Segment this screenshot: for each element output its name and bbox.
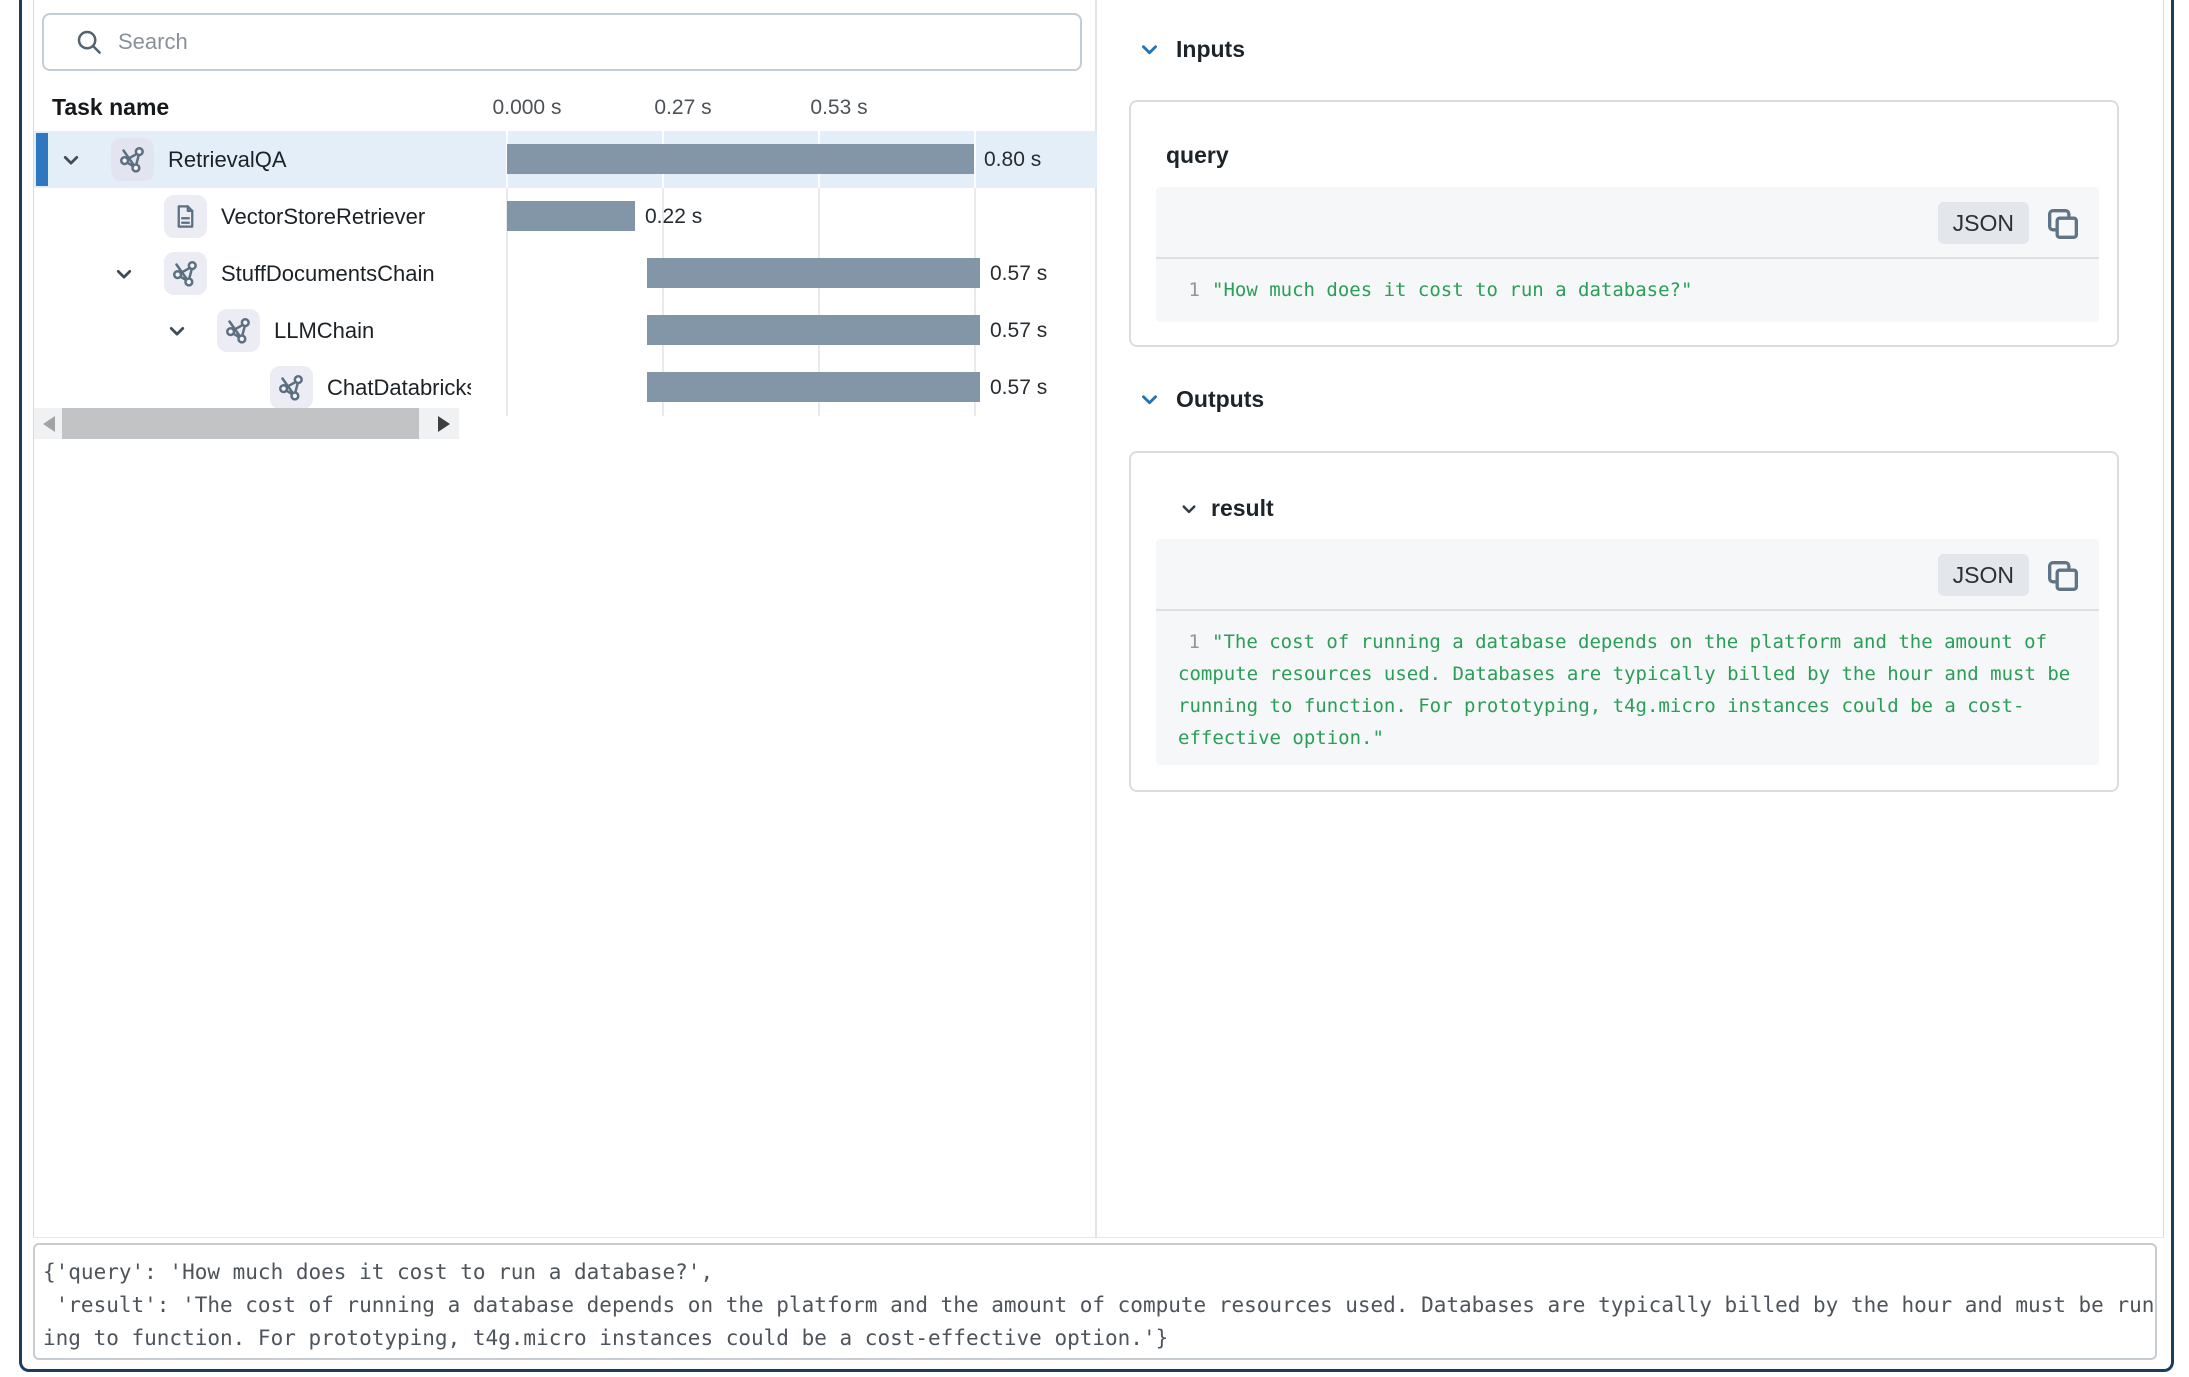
task-row-stuffdocumentschain[interactable]: StuffDocumentsChain 0.57 s: [34, 245, 1097, 302]
gantt-bar: [647, 258, 980, 288]
json-format-button[interactable]: JSON: [1938, 554, 2029, 596]
expand-chevron[interactable]: [111, 263, 164, 285]
query-code-block: JSON 1 "How much does it cost to run a da…: [1156, 187, 2099, 322]
document-icon: [164, 195, 207, 238]
task-rows: RetrievalQA 0.80 s VectorStoreRetriever …: [34, 131, 1097, 416]
raw-output-line: ing to function. For prototyping, t4g.mi…: [43, 1322, 2147, 1355]
expand-chevron[interactable]: [164, 320, 217, 342]
result-json-value: "The cost of running a database depends …: [1178, 631, 2070, 749]
duration-label: 0.57 s: [990, 359, 1047, 416]
chain-icon: [111, 138, 154, 181]
query-field-label: query: [1166, 142, 1229, 169]
raw-output-line: 'result': 'The cost of running a databas…: [43, 1289, 2147, 1322]
outputs-title: Outputs: [1176, 386, 1264, 413]
trace-viewer-panel: Task name 0.000 s 0.27 s 0.53 s: [33, 0, 2164, 1238]
task-row-vectorstoreretriever[interactable]: VectorStoreRetriever 0.22 s: [34, 188, 1097, 245]
duration-label: 0.80 s: [984, 131, 1041, 188]
copy-icon[interactable]: [2043, 556, 2083, 596]
task-tree-pane: Task name 0.000 s 0.27 s 0.53 s: [34, 0, 1097, 1237]
task-row-llmchain[interactable]: LLMChain 0.57 s: [34, 302, 1097, 359]
chain-icon: [217, 309, 260, 352]
gantt-bar: [647, 315, 980, 345]
duration-label: 0.57 s: [990, 302, 1047, 359]
scrollbar-thumb[interactable]: [62, 408, 419, 439]
gantt-bar: [507, 201, 635, 231]
raw-output-box: {'query': 'How much does it cost to run …: [33, 1243, 2157, 1360]
line-number: 1: [1178, 626, 1200, 658]
search-input[interactable]: [118, 29, 1018, 55]
expand-chevron[interactable]: [58, 149, 111, 171]
line-number: 1: [1178, 274, 1200, 306]
chain-icon: [270, 366, 313, 409]
chain-icon: [164, 252, 207, 295]
task-name: RetrievalQA: [168, 147, 287, 173]
task-name: StuffDocumentsChain: [221, 261, 435, 287]
duration-label: 0.57 s: [990, 245, 1047, 302]
result-code-block: JSON 1"The cost of running a database de…: [1156, 539, 2099, 765]
search-icon: [74, 27, 104, 57]
inputs-title: Inputs: [1176, 36, 1245, 63]
scroll-right-arrow-icon[interactable]: [438, 416, 450, 432]
task-name: LLMChain: [274, 318, 374, 344]
raw-output-line: {'query': 'How much does it cost to run …: [43, 1256, 2147, 1289]
inputs-section-header[interactable]: Inputs: [1138, 36, 1245, 63]
span-detail-pane: Inputs query JSON 1 "How much does it cos…: [1099, 0, 2163, 1237]
chevron-down-icon: [1138, 38, 1161, 61]
chevron-down-icon: [1138, 388, 1161, 411]
horizontal-scrollbar[interactable]: [34, 408, 459, 439]
outputs-card: result JSON 1"The cost of running a data…: [1129, 451, 2119, 792]
task-name-column-header: Task name: [52, 94, 169, 121]
gantt-bar: [507, 144, 974, 174]
time-tick-2: 0.53 s: [810, 96, 867, 120]
gantt-bar: [647, 372, 980, 402]
task-name: VectorStoreRetriever: [221, 204, 425, 230]
result-field-label: result: [1211, 495, 1274, 522]
json-format-button[interactable]: JSON: [1938, 202, 2029, 244]
query-json-value: "How much does it cost to run a database…: [1212, 279, 1692, 301]
time-tick-1: 0.27 s: [654, 96, 711, 120]
search-box[interactable]: [42, 13, 1082, 71]
result-field-header[interactable]: result: [1179, 495, 1274, 522]
duration-label: 0.22 s: [645, 188, 702, 245]
time-tick-0: 0.000 s: [493, 96, 562, 120]
task-name: ChatDatabricks: [327, 375, 471, 401]
scroll-left-arrow-icon[interactable]: [43, 416, 55, 432]
task-row-retrievalqa[interactable]: RetrievalQA 0.80 s: [34, 131, 1097, 188]
copy-icon[interactable]: [2043, 204, 2083, 244]
outputs-section-header[interactable]: Outputs: [1138, 386, 1264, 413]
chevron-down-icon: [1179, 499, 1199, 519]
inputs-card: query JSON 1 "How much does it cost to ru…: [1129, 100, 2119, 347]
